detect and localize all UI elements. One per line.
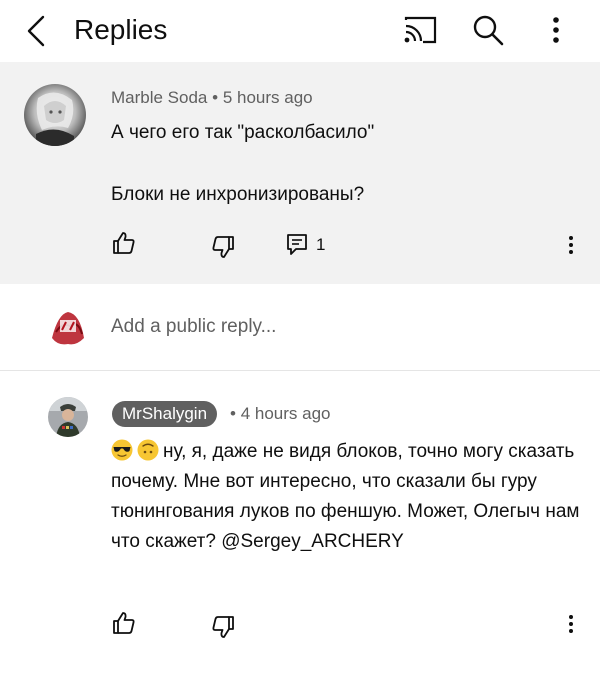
user-avatar xyxy=(48,308,88,348)
thumbs-down-icon[interactable] xyxy=(210,234,236,260)
thumbs-up-icon[interactable] xyxy=(111,610,137,636)
avatar[interactable] xyxy=(24,84,86,146)
search-icon[interactable] xyxy=(470,12,506,48)
comment-meta: • 4 hours ago xyxy=(230,403,330,425)
comment-line: Блоки не инхронизированы? xyxy=(111,184,365,205)
reply-count: 1 xyxy=(316,235,326,254)
reply-comment: MrShalygin • 4 hours ago ну, я, даже не … xyxy=(0,371,600,678)
page-title: Replies xyxy=(74,14,168,45)
comment-line: А чего его так "расколбасило" xyxy=(111,122,375,143)
comment-more-icon[interactable] xyxy=(566,234,576,256)
reply-comment-icon[interactable] xyxy=(285,232,311,258)
thumbs-up-icon[interactable] xyxy=(111,230,137,256)
meta-separator: • xyxy=(212,88,219,107)
upside-down-face-emoji xyxy=(137,439,159,461)
reply-input[interactable]: Add a public reply... xyxy=(111,315,276,339)
comment-text: А чего его так "расколбасило" Блоки не и… xyxy=(111,120,374,208)
more-vert-icon[interactable] xyxy=(544,12,568,48)
comment-more-icon[interactable] xyxy=(566,613,576,635)
reply-text: ну, я, даже не видя блоков, точно могу с… xyxy=(111,441,580,552)
comment-time: 5 hours ago xyxy=(222,88,313,107)
comment-time: 4 hours ago xyxy=(240,404,331,423)
sunglasses-emoji xyxy=(111,439,133,461)
thumbs-down-icon[interactable] xyxy=(210,614,236,640)
back-arrow-icon[interactable] xyxy=(22,13,52,49)
comment-author[interactable]: Marble Soda xyxy=(111,88,207,107)
meta-separator: • xyxy=(230,404,236,423)
reply-input-row: Add a public reply... xyxy=(0,284,600,371)
avatar[interactable] xyxy=(48,397,88,437)
comment-text: ну, я, даже не видя блоков, точно могу с… xyxy=(111,437,581,557)
author-chip[interactable]: MrShalygin xyxy=(112,401,218,427)
parent-comment: Marble Soda • 5 hours ago А чего его так… xyxy=(0,62,600,284)
comment-meta: Marble Soda • 5 hours ago xyxy=(111,87,313,109)
cast-icon[interactable] xyxy=(402,14,438,46)
app-header: Replies xyxy=(0,0,600,62)
